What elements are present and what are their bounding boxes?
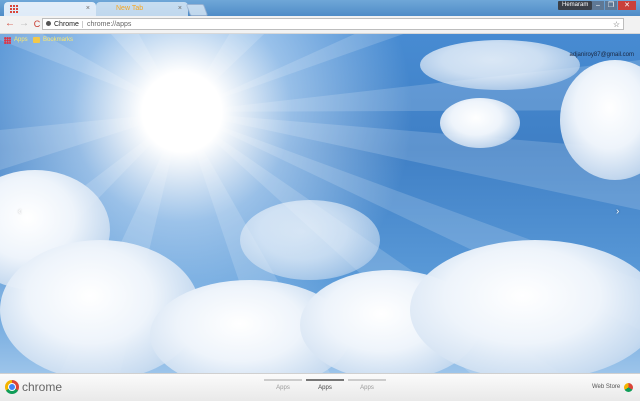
- bookmark-apps[interactable]: Apps: [4, 35, 28, 45]
- page-switcher-1[interactable]: Apps: [264, 379, 302, 391]
- site-chip-label: Chrome: [54, 21, 79, 28]
- bookmark-folder[interactable]: Bookmarks: [33, 35, 73, 45]
- account-email[interactable]: adjaniroy87@gmail.com: [570, 52, 634, 58]
- site-chip[interactable]: Chrome: [46, 19, 79, 30]
- web-store-link[interactable]: Web Store: [592, 384, 620, 390]
- page-label: Apps: [276, 385, 290, 391]
- url-text[interactable]: chrome://apps: [87, 19, 131, 30]
- profile-button[interactable]: Hemaram: [558, 1, 593, 10]
- background-wallpaper: [0, 0, 640, 373]
- maximize-button[interactable]: ❐: [605, 1, 617, 10]
- new-tab-button[interactable]: [185, 4, 209, 16]
- brand-text: chrome: [22, 380, 63, 394]
- cloud: [240, 200, 380, 280]
- folder-icon: [33, 37, 40, 43]
- close-tab-icon[interactable]: ×: [86, 2, 90, 16]
- minimize-button[interactable]: –: [592, 1, 604, 10]
- page-indicator-bar: [306, 379, 344, 381]
- page-label: Apps: [360, 385, 374, 391]
- close-window-button[interactable]: ✕: [618, 1, 636, 10]
- apps-grid-icon: [4, 37, 11, 44]
- page-indicator-bar: [264, 379, 302, 381]
- next-page-arrow-icon[interactable]: ›: [616, 206, 619, 217]
- forward-button[interactable]: →: [18, 18, 30, 30]
- tab-new-tab[interactable]: New Tab ×: [96, 2, 188, 16]
- apps-grid-icon: [10, 5, 18, 13]
- page-label: Apps: [318, 385, 332, 391]
- web-store-icon[interactable]: [624, 383, 633, 392]
- tab-strip: × New Tab × Hemaram – ❐ ✕: [0, 0, 640, 16]
- prev-page-arrow-icon[interactable]: ‹: [18, 206, 21, 217]
- omnibox-divider: [82, 21, 83, 28]
- page-switcher-3[interactable]: Apps: [348, 379, 386, 391]
- bookmark-label: Bookmarks: [43, 37, 74, 43]
- cloud: [440, 98, 520, 148]
- address-bar[interactable]: Chrome chrome://apps ☆: [42, 18, 624, 30]
- page-switcher-2[interactable]: Apps: [306, 379, 344, 391]
- close-tab-icon[interactable]: ×: [178, 2, 182, 16]
- bookmarks-bar: Apps Bookmarks: [0, 34, 640, 46]
- back-button[interactable]: ←: [4, 18, 16, 30]
- chrome-logo-icon: [5, 380, 19, 394]
- bookmark-label: Apps: [14, 37, 28, 43]
- cloud: [420, 40, 580, 90]
- page-indicator-bar: [348, 379, 386, 381]
- chrome-page-icon: [46, 21, 51, 26]
- bookmark-star-icon[interactable]: ☆: [613, 19, 620, 30]
- browser-toolbar: ← → C Chrome chrome://apps ☆: [0, 16, 640, 34]
- tab-label: New Tab: [116, 5, 144, 12]
- apps-bottom-bar: chrome Apps Apps Apps Web Store: [0, 373, 640, 401]
- tab-apps[interactable]: ×: [4, 2, 96, 16]
